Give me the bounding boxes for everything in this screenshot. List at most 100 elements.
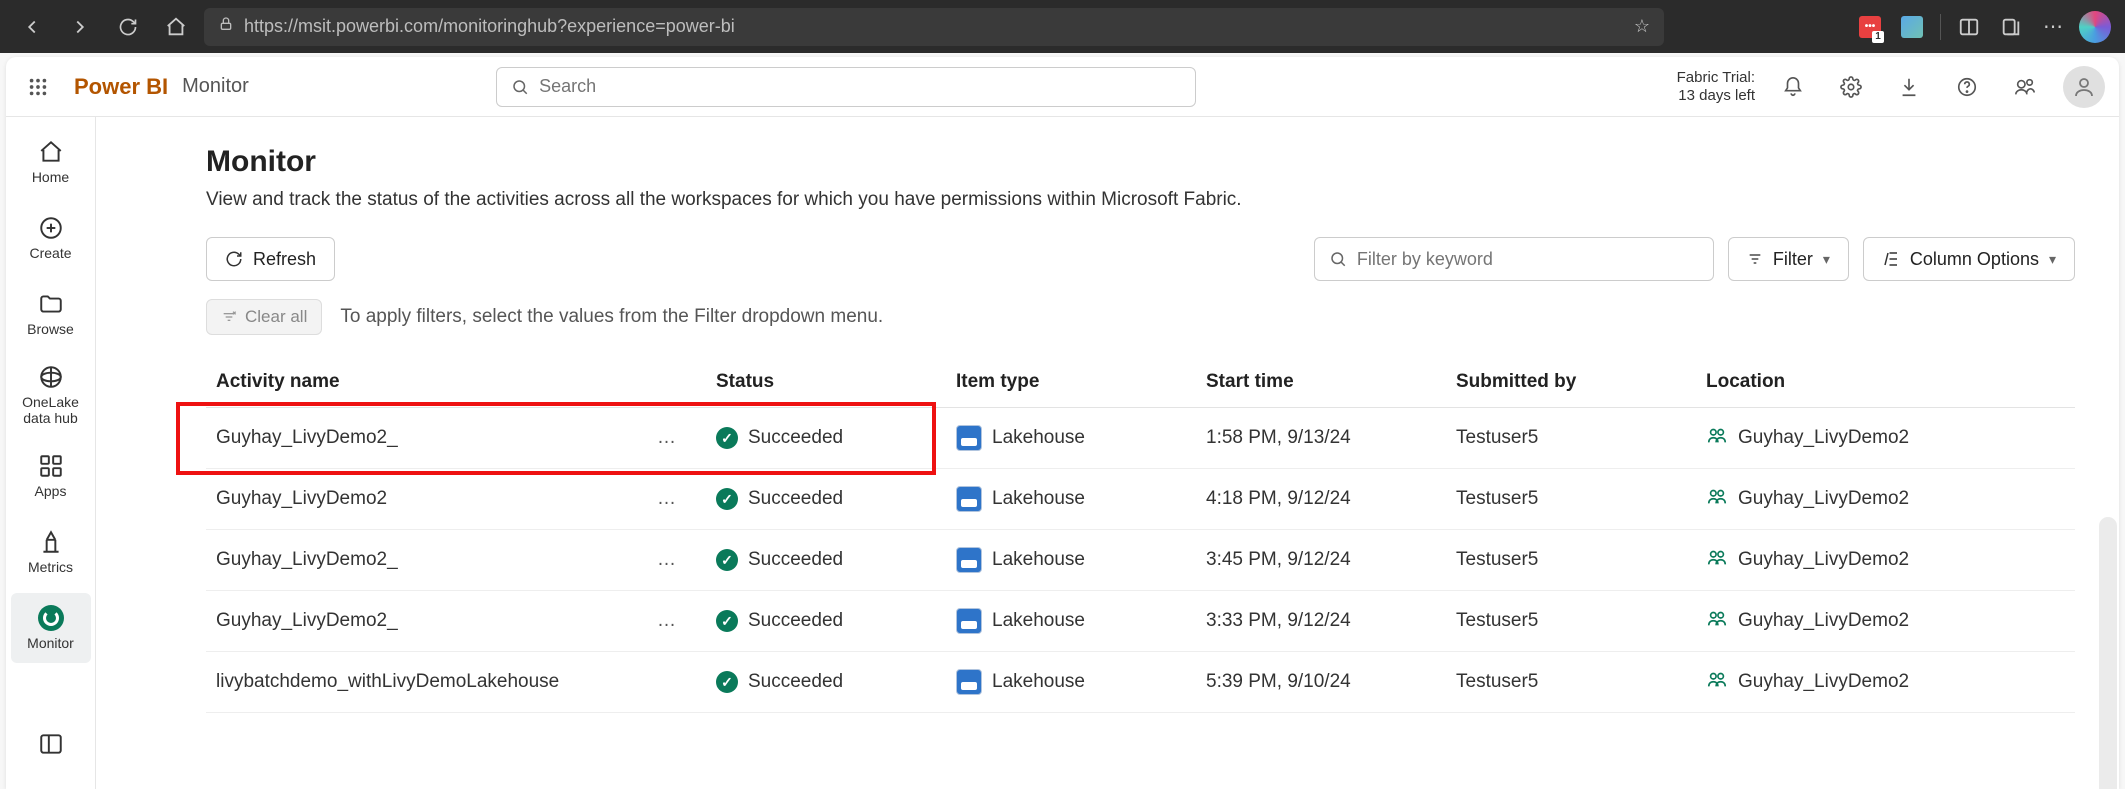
status-text: Succeeded [748,610,843,632]
location-text: Guyhay_LivyDemo2 [1738,610,1909,632]
split-screen-icon[interactable] [1951,9,1987,45]
success-icon [716,671,738,693]
table-header-row: Activity name Status Item type Start tim… [206,357,2075,408]
col-submitted[interactable]: Submitted by [1446,357,1696,408]
help-icon[interactable] [1947,67,1987,107]
global-search[interactable] [496,67,1196,107]
rail-monitor[interactable]: Monitor [11,593,91,663]
item-type: Lakehouse [992,488,1085,510]
item-type: Lakehouse [992,671,1085,693]
workspace-icon [1706,546,1728,574]
table-row[interactable]: Guyhay_LivyDemo2_… Succeeded Lakehouse 3… [206,530,2075,591]
status-text: Succeeded [748,549,843,571]
col-item[interactable]: Item type [946,357,1196,408]
copilot-icon[interactable] [2077,9,2113,45]
page-subtitle: View and track the status of the activit… [206,189,2075,211]
address-bar[interactable]: https://msit.powerbi.com/monitoringhub?e… [204,8,1664,46]
app-shell: Power BI Monitor Fabric Trial: 13 days l… [6,57,2119,789]
workspace-icon [1706,424,1728,452]
rail-apps[interactable]: Apps [11,441,91,511]
more-icon[interactable]: … [657,488,696,510]
item-type: Lakehouse [992,549,1085,571]
more-icon[interactable]: … [657,610,696,632]
back-button[interactable] [12,7,52,47]
rail-home-label: Home [32,169,69,185]
rail-metrics[interactable]: Metrics [11,517,91,587]
scrollbar[interactable] [2099,517,2117,789]
lakehouse-icon [956,608,982,634]
success-icon [716,610,738,632]
activity-name: livybatchdemo_withLivyDemoLakehouse [216,671,559,693]
download-icon[interactable] [1889,67,1929,107]
rail-create-label: Create [29,245,71,261]
columns-icon [1882,250,1900,268]
rail-workspaces[interactable] [11,709,91,779]
rail-create[interactable]: Create [11,203,91,273]
table-row[interactable]: Guyhay_LivyDemo2_… Succeeded Lakehouse 3… [206,591,2075,652]
notifications-icon[interactable] [1773,67,1813,107]
lakehouse-icon [956,669,982,695]
settings-icon[interactable] [1831,67,1871,107]
submitted-by: Testuser5 [1456,427,1538,448]
app-header: Power BI Monitor Fabric Trial: 13 days l… [6,57,2119,117]
separator [1940,14,1941,40]
table-row[interactable]: Guyhay_LivyDemo2_… Succeeded Lakehouse 1… [206,408,2075,469]
trial-line2: 13 days left [1677,87,1755,105]
more-icon[interactable]: … [657,549,696,571]
refresh-button[interactable]: Refresh [206,237,335,281]
col-status[interactable]: Status [706,357,946,408]
filter-keyword-input[interactable] [1357,249,1699,270]
filter-chip-row: Clear all To apply filters, select the v… [206,299,2075,335]
app-launcher-icon[interactable] [16,65,60,109]
activity-table: Activity name Status Item type Start tim… [206,357,2075,713]
start-time: 1:58 PM, 9/13/24 [1206,427,1351,448]
home-button[interactable] [156,7,196,47]
brand-label[interactable]: Power BI [74,74,168,100]
more-icon[interactable]: ⋯ [2035,9,2071,45]
clear-icon [221,309,237,325]
rail-metrics-label: Metrics [28,559,73,575]
start-time: 5:39 PM, 9/10/24 [1206,671,1351,692]
column-options-button[interactable]: Column Options ▾ [1863,237,2075,281]
refresh-icon [225,250,243,268]
filter-keyword[interactable] [1314,237,1714,281]
submitted-by: Testuser5 [1456,488,1538,509]
lakehouse-icon [956,547,982,573]
extension-1-icon[interactable]: ••• [1852,9,1888,45]
rail-apps-label: Apps [35,483,67,499]
rail-home[interactable]: Home [11,127,91,197]
more-icon[interactable]: … [657,427,696,449]
location-text: Guyhay_LivyDemo2 [1738,549,1909,571]
trial-status: Fabric Trial: 13 days left [1677,69,1755,105]
submitted-by: Testuser5 [1456,671,1538,692]
success-icon [716,488,738,510]
lakehouse-icon [956,486,982,512]
url-text: https://msit.powerbi.com/monitoringhub?e… [244,16,1624,37]
search-input[interactable] [539,76,1181,97]
filter-button[interactable]: Filter ▾ [1728,237,1849,281]
success-icon [716,549,738,571]
col-activity[interactable]: Activity name [206,357,706,408]
search-icon [511,78,529,96]
collections-icon[interactable] [1993,9,2029,45]
reload-button[interactable] [108,7,148,47]
account-avatar[interactable] [2063,66,2105,108]
activity-name: Guyhay_LivyDemo2_ [216,610,398,632]
rail-browse-label: Browse [27,321,74,337]
rail-onelake[interactable]: OneLake data hub [11,355,91,435]
col-location[interactable]: Location [1696,357,2075,408]
columns-label: Column Options [1910,249,2039,270]
rail-browse[interactable]: Browse [11,279,91,349]
monitor-icon [38,605,64,631]
trial-line1: Fabric Trial: [1677,69,1755,87]
table-row[interactable]: livybatchdemo_withLivyDemoLakehouse Succ… [206,652,2075,713]
activity-name: Guyhay_LivyDemo2_ [216,427,398,449]
breadcrumb[interactable]: Monitor [182,75,249,98]
favorite-icon[interactable]: ☆ [1634,16,1650,37]
col-start[interactable]: Start time [1196,357,1446,408]
workspace-icon [1706,668,1728,696]
table-row[interactable]: Guyhay_LivyDemo2… Succeeded Lakehouse 4:… [206,469,2075,530]
extension-2-icon[interactable] [1894,9,1930,45]
forward-button[interactable] [60,7,100,47]
feedback-icon[interactable] [2005,67,2045,107]
